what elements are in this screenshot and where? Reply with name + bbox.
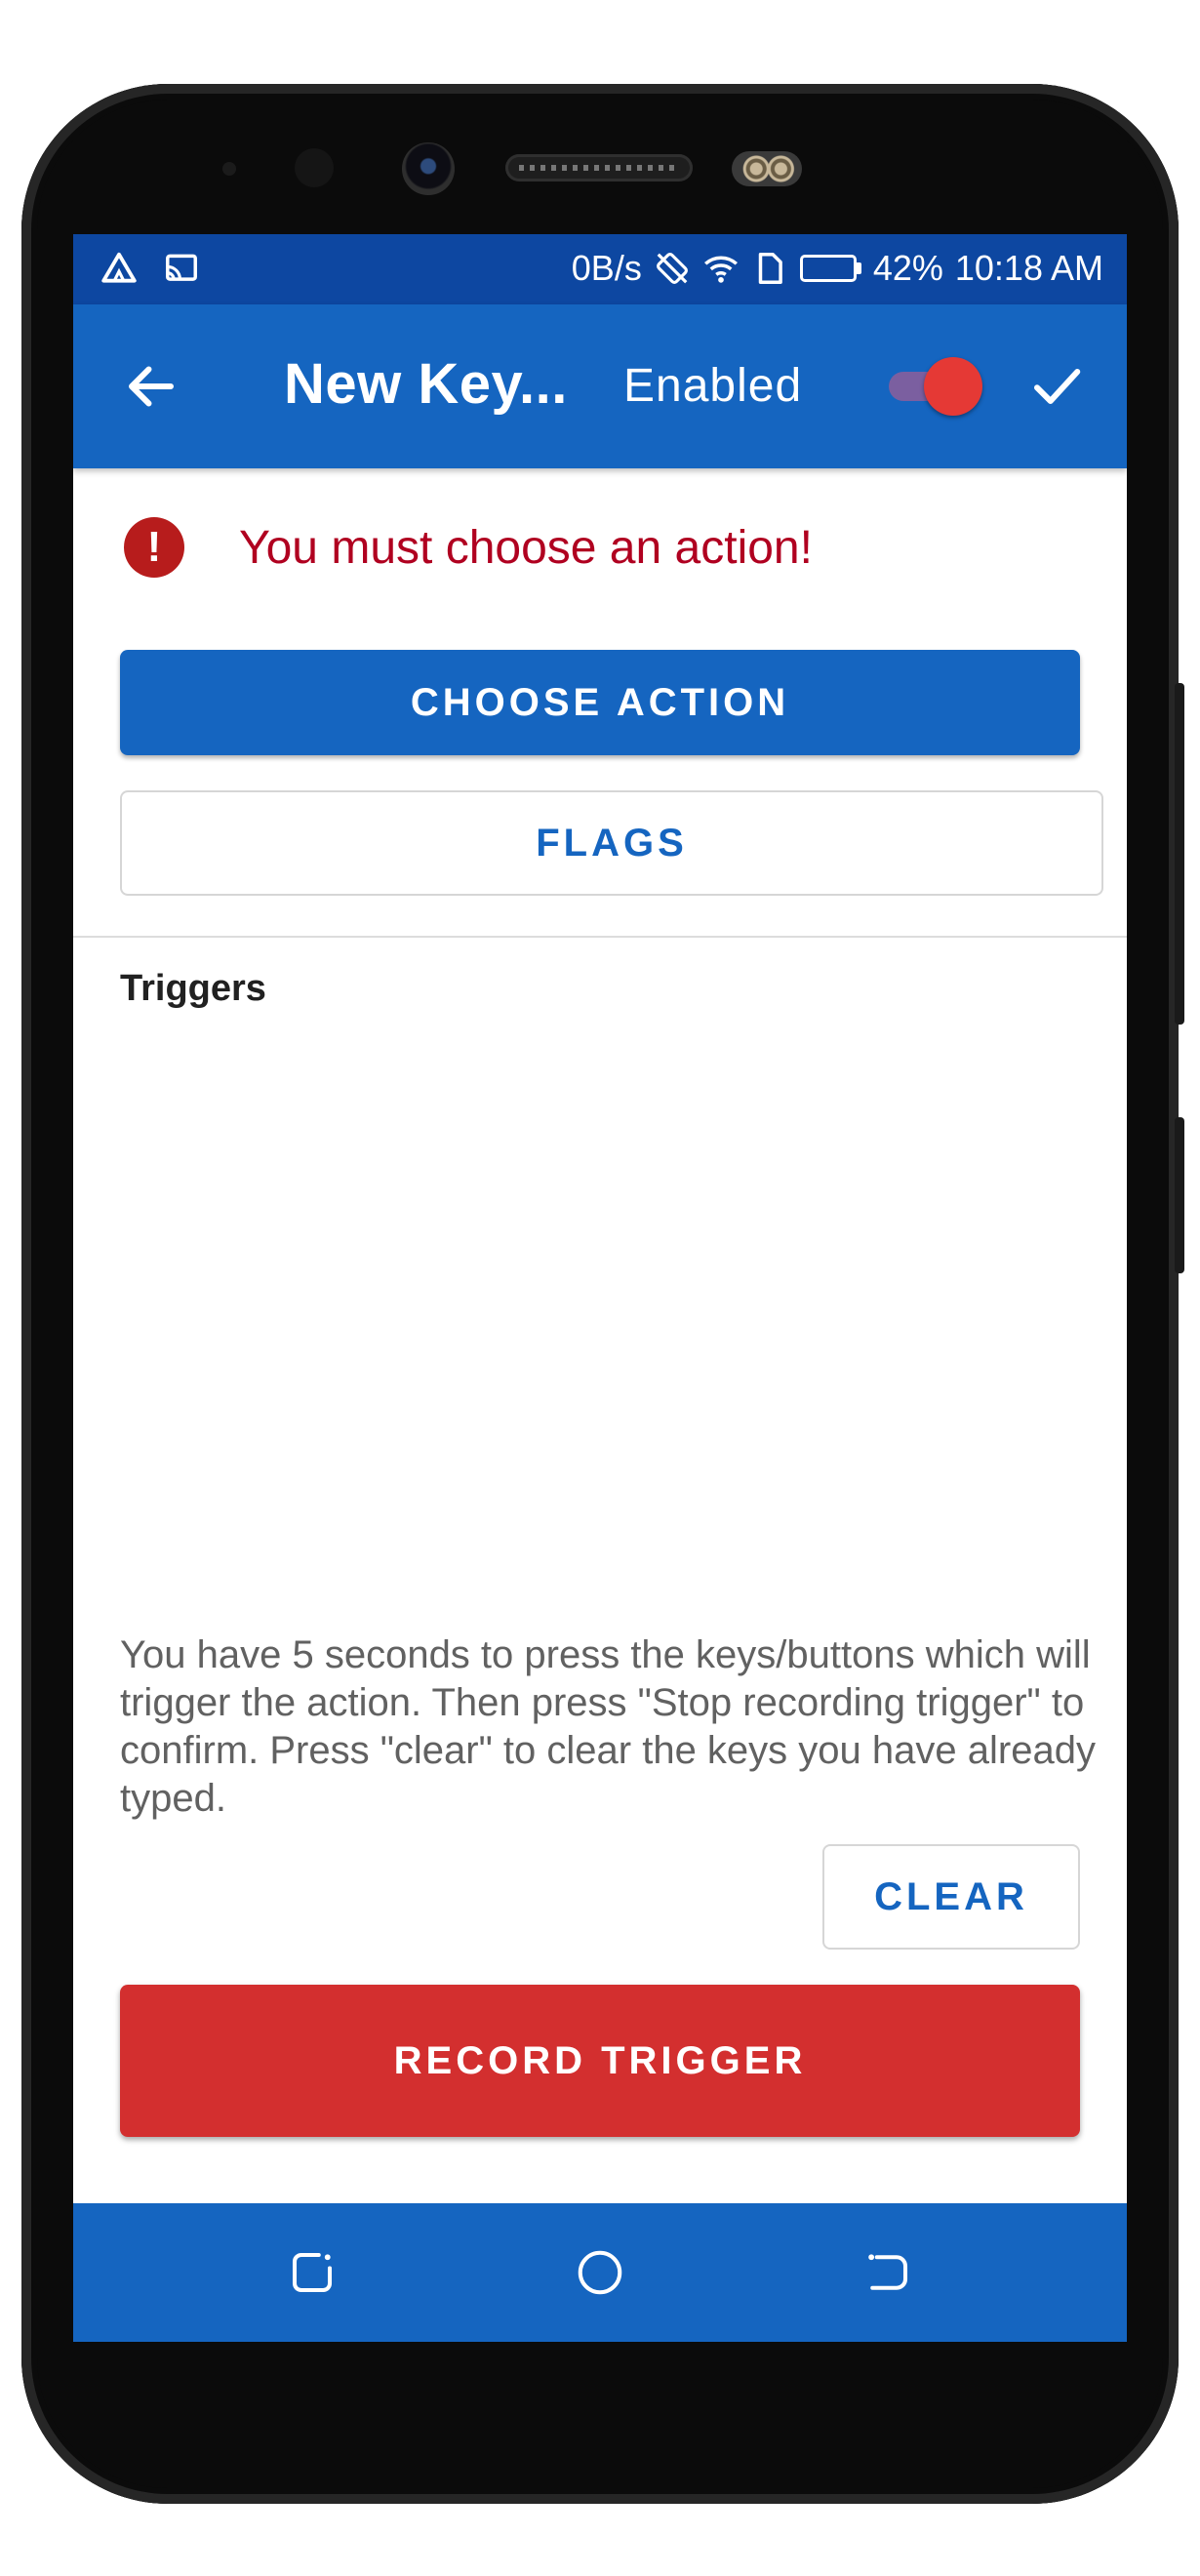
battery-icon (799, 255, 861, 282)
enabled-toggle[interactable] (885, 355, 982, 416)
cast-screen-icon (166, 254, 197, 281)
earpiece-speaker (505, 154, 693, 181)
app-screen: 0B/s 42% 10:18 AM New Key... Enabled ! Y… (73, 234, 1127, 2342)
rotation-off-icon (656, 253, 688, 284)
record-trigger-button[interactable]: RECORD TRIGGER (120, 1985, 1080, 2137)
flags-button[interactable]: FLAGS (120, 790, 1103, 896)
wifi-icon (703, 256, 738, 283)
clear-button[interactable]: CLEAR (822, 1844, 1080, 1950)
error-exclamation-icon: ! (124, 517, 184, 578)
app-bar: New Key... Enabled (73, 304, 1127, 468)
home-circle-icon[interactable] (574, 2246, 626, 2299)
toggle-thumb (924, 357, 982, 416)
enabled-label: Enabled (623, 360, 803, 412)
page-title: New Key... (284, 352, 568, 416)
clock: 10:18 AM (954, 248, 1103, 288)
proximity-sensor (222, 162, 236, 176)
error-text: You must choose an action! (239, 521, 813, 574)
front-camera-icon (402, 142, 455, 195)
status-right: 0B/s 42% 10:18 AM (572, 248, 1103, 289)
navigation-bar (73, 2203, 1127, 2342)
volume-button (1175, 683, 1184, 1025)
recent-apps-icon[interactable] (286, 2246, 339, 2299)
warning-triangle-icon (101, 252, 137, 283)
power-button (1175, 1117, 1184, 1273)
section-divider (73, 936, 1127, 938)
front-flash-icon (732, 151, 802, 186)
choose-action-button[interactable]: CHOOSE ACTION (120, 650, 1080, 755)
sim-card-icon (758, 253, 782, 284)
back-nav-icon[interactable] (861, 2246, 914, 2299)
arrow-back-icon[interactable] (122, 357, 180, 416)
check-icon[interactable] (1027, 357, 1086, 416)
status-bar: 0B/s 42% 10:18 AM (73, 234, 1127, 304)
triggers-heading: Triggers (120, 968, 266, 1009)
status-left-icons (100, 250, 200, 287)
battery-percent: 42% (872, 248, 943, 288)
error-message: ! You must choose an action! (124, 517, 813, 578)
light-sensor (295, 148, 334, 187)
trigger-instructions: You have 5 seconds to press the keys/but… (120, 1633, 1096, 1820)
network-speed: 0B/s (571, 248, 642, 288)
